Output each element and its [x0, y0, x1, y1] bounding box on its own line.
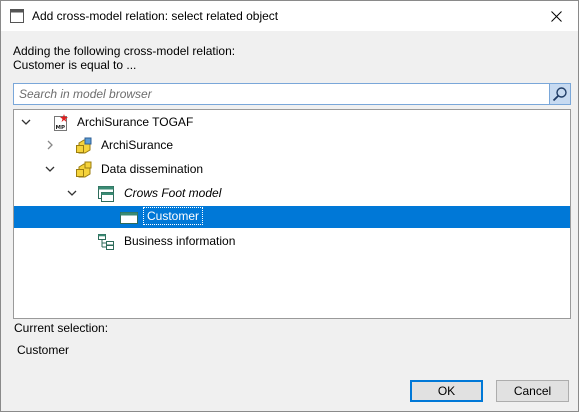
- search-input[interactable]: [14, 84, 549, 104]
- app-dialog-icon: [10, 9, 24, 23]
- window-title: Add cross-model relation: select related…: [32, 9, 279, 23]
- chevron-down-icon[interactable]: [20, 116, 32, 128]
- model-package-icon: MP: [54, 114, 68, 131]
- search-button[interactable]: [549, 84, 570, 104]
- tree-node-label: Crows Foot model: [124, 186, 222, 200]
- tree-node-label: ArchiSurance: [101, 138, 174, 152]
- tree-node-crows-foot-model[interactable]: Crows Foot model: [14, 182, 570, 204]
- tree-node-label: Data dissemination: [101, 162, 204, 176]
- folder-model-icon: [76, 137, 92, 154]
- cancel-button[interactable]: Cancel: [496, 380, 569, 402]
- dialog-window: Add cross-model relation: select related…: [0, 0, 579, 412]
- chevron-right-icon[interactable]: [44, 139, 56, 151]
- folder-model-icon: [76, 161, 92, 178]
- tree-node-archisurance-togaf[interactable]: MP ArchiSurance TOGAF: [14, 111, 570, 133]
- tree-node-data-dissemination[interactable]: Data dissemination: [14, 158, 570, 180]
- svg-text:MP: MP: [56, 125, 66, 131]
- description-line-2: Customer is equal to ...: [13, 58, 137, 72]
- search-box: [13, 83, 571, 105]
- diagram-tree-icon: [98, 234, 114, 250]
- search-icon: [552, 87, 567, 102]
- tree-node-label: Customer: [142, 207, 204, 225]
- model-browser-tree[interactable]: MP ArchiSurance TOGAF ArchiSurance Data …: [13, 109, 571, 319]
- entity-icon: [120, 212, 138, 224]
- title-bar: Add cross-model relation: select related…: [1, 1, 578, 31]
- close-button[interactable]: [534, 1, 578, 31]
- tree-node-customer[interactable]: Customer: [14, 206, 570, 228]
- tree-node-archisurance[interactable]: ArchiSurance: [14, 134, 570, 156]
- description-line-1: Adding the following cross-model relatio…: [13, 44, 236, 58]
- chevron-down-icon[interactable]: [44, 163, 56, 175]
- chevron-down-icon[interactable]: [66, 187, 78, 199]
- tree-node-label: Business information: [124, 234, 236, 248]
- current-selection-value: Customer: [17, 343, 70, 357]
- current-selection-label: Current selection:: [14, 321, 109, 335]
- tree-node-business-information[interactable]: Business information: [14, 230, 570, 252]
- diagram-icon: [98, 186, 114, 202]
- close-icon: [550, 10, 562, 22]
- ok-button[interactable]: OK: [410, 380, 483, 402]
- tree-node-label: ArchiSurance TOGAF: [77, 115, 194, 129]
